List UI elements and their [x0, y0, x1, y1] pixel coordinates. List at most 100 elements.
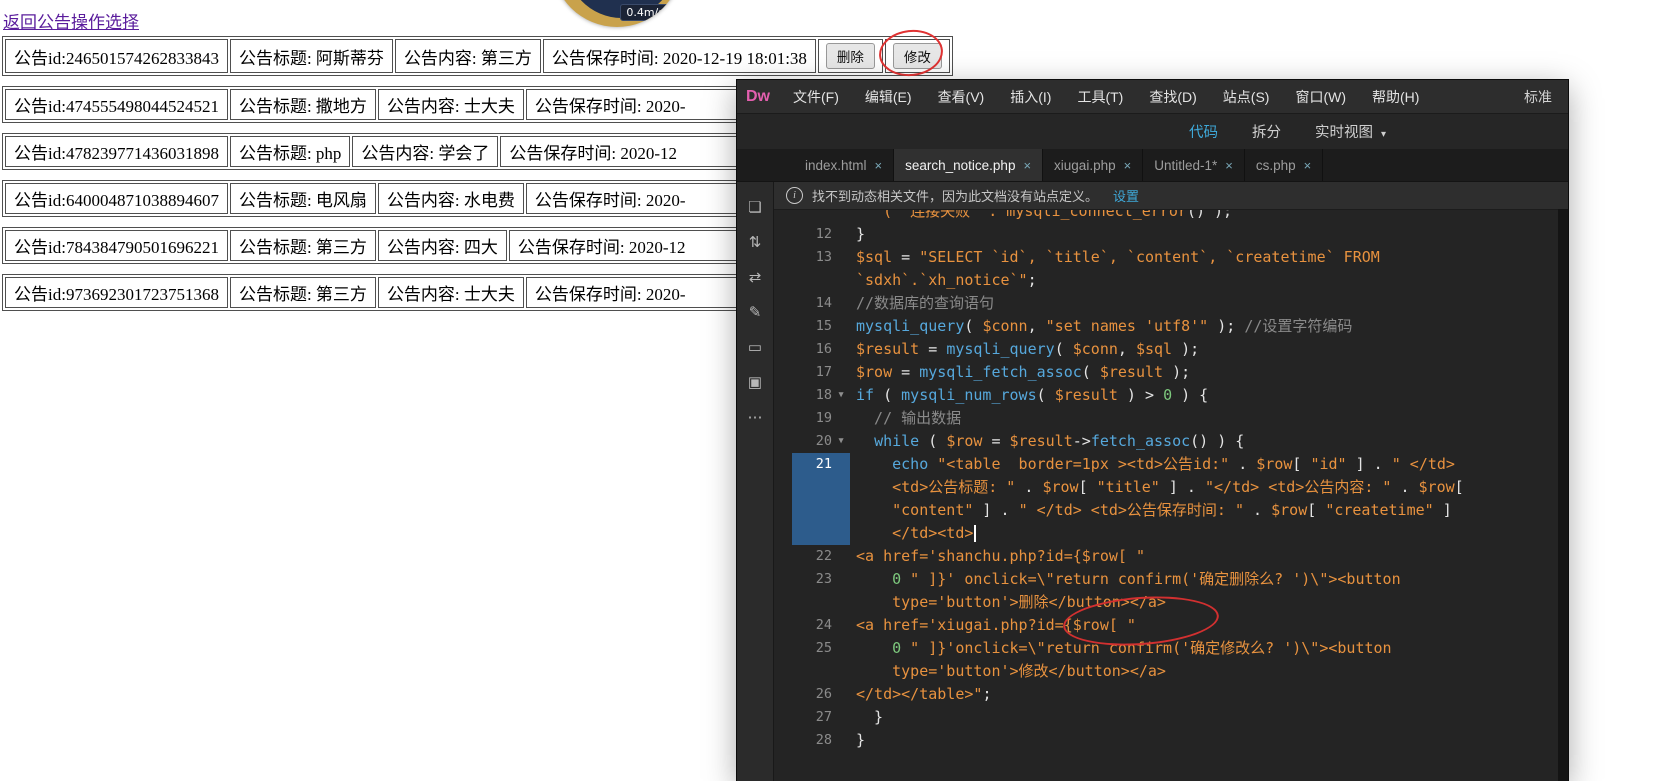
gutter: 18 ▼	[774, 384, 850, 407]
notice-content-cell: 公告内容: 士大夫	[377, 277, 524, 308]
document-tab[interactable]: index.html ×	[794, 149, 895, 181]
code-line: 26 </td></table>";	[774, 683, 1568, 706]
line-number: 23	[815, 571, 832, 587]
tab-close-icon[interactable]: ×	[1124, 158, 1132, 173]
code-line: type='button'>删除</button></a>	[774, 591, 1568, 614]
code-text: </td><td>	[850, 522, 977, 545]
gutter: 14	[774, 292, 850, 315]
panel-icon[interactable]: ▣	[737, 369, 773, 395]
gauge-value: 0.4m/s	[620, 4, 670, 21]
tab-close-icon[interactable]: ×	[875, 158, 883, 173]
line-number: 28	[815, 732, 832, 748]
sort-icon[interactable]: ⇅	[737, 229, 773, 255]
code-line: 24 <a href='xiugai.php?id={$row[ "	[774, 614, 1568, 637]
delete-button[interactable]: 删除	[825, 43, 875, 69]
gutter	[774, 522, 850, 545]
gutter	[774, 476, 850, 499]
code-line: <td>公告标题: " . $row[ "title" ] . "</td> <…	[774, 476, 1568, 499]
gutter	[774, 210, 850, 223]
delete-cell: 删除	[817, 39, 883, 73]
vertical-scrollbar[interactable]	[1558, 209, 1568, 781]
menu-item[interactable]: 查找(D)	[1136, 87, 1209, 107]
document-tab[interactable]: xiugai.php ×	[1043, 149, 1144, 181]
code-line: type='button'>修改</button></a>	[774, 660, 1568, 683]
notice-id-cell: 公告id:246501574262833843	[5, 39, 228, 73]
notice-content-cell: 公告内容: 水电费	[377, 183, 524, 214]
code-text: }	[856, 708, 884, 726]
code-line: 19 // 输出数据	[774, 407, 1568, 430]
menu-item[interactable]: 工具(T)	[1064, 87, 1136, 107]
line-number: 17	[815, 364, 832, 380]
notice-content-cell: 公告内容: 第三方	[394, 39, 541, 73]
gutter	[774, 269, 850, 292]
view-mode-live[interactable]: 实时视图 ▾	[1315, 121, 1386, 142]
code-line: 18 ▼ if ( mysqli_num_rows( $result ) > 0 )…	[774, 384, 1568, 407]
file-icon[interactable]: ❏	[737, 194, 773, 220]
view-mode-split[interactable]: 拆分	[1252, 121, 1281, 142]
line-number: 26	[815, 686, 832, 702]
line-number: 13	[815, 249, 832, 265]
menu-bar: Dw 文件(F) 编辑(E) 查看(V) 插入(I) 工具(T) 查找(D) 站点(S) 窗口…	[737, 80, 1568, 113]
code-text: type='button'>修改</button></a>	[892, 662, 1166, 680]
menu-item[interactable]: 站点(S)	[1210, 87, 1283, 107]
tab-label: xiugai.php	[1054, 157, 1116, 173]
notice-table: 公告id:973692301723751368 公告标题: 第三方 公告内容: 士大…	[2, 274, 805, 311]
menu-item[interactable]: 文件(F)	[780, 87, 852, 107]
modify-button[interactable]: 修改	[892, 43, 942, 69]
gutter: 12	[774, 223, 850, 246]
gutter: 28	[774, 729, 850, 752]
view-mode-code[interactable]: 代码	[1189, 121, 1218, 142]
menu-item[interactable]: 查看(V)	[925, 87, 998, 107]
code-line: ( "连接失败" . mysqli_connect_error() );	[774, 210, 1568, 223]
tab-close-icon[interactable]: ×	[1304, 158, 1312, 173]
code-text: while ( $row = $result->fetch_assoc() ) …	[874, 432, 1245, 450]
code-rows[interactable]: ( "连接失败" . mysqli_connect_error() ); 12} 1…	[774, 210, 1568, 781]
tab-label: cs.php	[1255, 157, 1296, 173]
text-cursor	[974, 525, 977, 542]
document-tab[interactable]: cs.php ×	[1245, 149, 1324, 181]
comment-icon[interactable]: ▭	[737, 334, 773, 360]
view-toolbar: 代码 拆分 实时视图 ▾	[737, 113, 1568, 149]
swap-arrows-icon[interactable]: ⇄	[737, 264, 773, 290]
more-icon[interactable]: ⋯	[737, 404, 773, 430]
code-text: }	[856, 225, 866, 243]
menu-item[interactable]: 编辑(E)	[852, 87, 925, 107]
dreamweaver-window: Dw 文件(F) 编辑(E) 查看(V) 插入(I) 工具(T) 查找(D) 站点(S) 窗口…	[737, 80, 1568, 781]
code-text: $row = mysqli_fetch_assoc( $result );	[856, 363, 1191, 381]
gutter: 15	[774, 315, 850, 338]
site-setup-link[interactable]: 设置	[1113, 186, 1139, 205]
code-line: </td><td>	[774, 522, 1568, 545]
document-tab[interactable]: search_notice.php ×	[894, 149, 1044, 181]
notice-id-cell: 公告id:973692301723751368	[5, 277, 228, 308]
tab-close-icon[interactable]: ×	[1225, 158, 1233, 173]
notice-id-cell: 公告id:474555498044524521	[5, 89, 228, 120]
document-tabs: index.html × search_notice.php × xiugai.php ×…	[737, 149, 1568, 182]
code-line: 15 mysqli_query( $conn, "set names 'utf8'…	[774, 315, 1568, 338]
workspace-switcher[interactable]: 标准	[1524, 87, 1568, 107]
gutter: 13	[774, 246, 850, 269]
back-link[interactable]: 返回公告操作选择	[3, 8, 139, 33]
menu-item[interactable]: 窗口(W)	[1282, 87, 1359, 107]
document-tab[interactable]: Untitled-1* ×	[1143, 149, 1245, 181]
view-modes: 代码 拆分 实时视图 ▾	[1189, 121, 1386, 142]
tab-label: index.html	[805, 157, 867, 173]
code-editor: i 找不到动态相关文件，因为此文档没有站点定义。 设置 ( "连接失败" . m…	[774, 182, 1568, 781]
format-icon[interactable]: ✎	[737, 299, 773, 325]
menu-item[interactable]: 帮助(H)	[1359, 87, 1432, 107]
code-line: 27 }	[774, 706, 1568, 729]
gutter: 19	[774, 407, 850, 430]
menu-item[interactable]: 插入(I)	[997, 87, 1064, 107]
menu-items: 文件(F) 编辑(E) 查看(V) 插入(I) 工具(T) 查找(D) 站点(S) 窗口(W)…	[780, 87, 1432, 107]
notice-title-cell: 公告标题: 第三方	[229, 230, 376, 261]
code-text: //数据库的查询语句	[856, 294, 995, 312]
tab-close-icon[interactable]: ×	[1023, 158, 1031, 173]
code-text: $result = mysqli_query( $conn, $sql );	[856, 340, 1200, 358]
code-text: mysqli_query( $conn, "set names 'utf8'" …	[856, 317, 1353, 335]
tab-label: search_notice.php	[905, 157, 1016, 173]
line-number: 15	[815, 318, 832, 334]
line-number: 24	[815, 617, 832, 633]
code-text: ( "连接失败" . mysqli_connect_error() );	[883, 210, 1233, 220]
fold-arrow-icon[interactable]: ▼	[832, 384, 850, 407]
fold-arrow-icon[interactable]: ▼	[832, 430, 850, 453]
code-line: 22 <a href='shanchu.php?id={$row[ "	[774, 545, 1568, 568]
